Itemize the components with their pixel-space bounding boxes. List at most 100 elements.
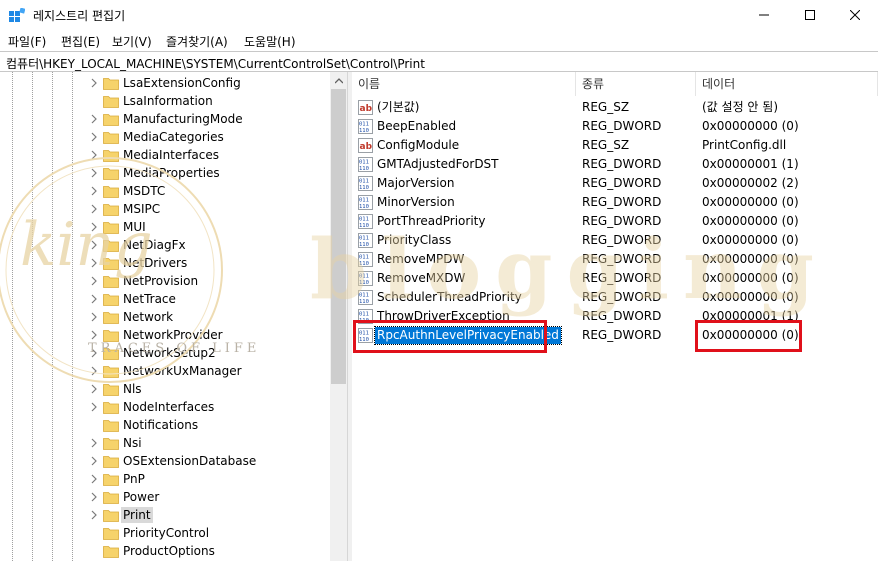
tree-item-label: NetworkProvider xyxy=(123,328,223,342)
chevron-right-icon[interactable] xyxy=(89,491,99,503)
folder-icon xyxy=(103,510,119,522)
value-type: REG_SZ xyxy=(582,138,630,152)
tree-item[interactable]: NetworkUxManager xyxy=(0,362,330,380)
column-header-name[interactable]: 이름 xyxy=(352,72,576,96)
column-header-data[interactable]: 데이터 xyxy=(696,72,878,96)
value-row[interactable]: ab (기본값) REG_SZ (값 설정 안 됨) xyxy=(352,98,878,117)
chevron-right-icon[interactable] xyxy=(89,437,99,449)
address-bar[interactable]: 컴퓨터\HKEY_LOCAL_MACHINE\SYSTEM\CurrentCon… xyxy=(0,51,878,72)
value-row[interactable]: 011 110 MajorVersion REG_DWORD 0x00000002 (2… xyxy=(352,174,878,193)
folder-icon xyxy=(103,78,119,90)
value-row[interactable]: ab ConfigModule REG_SZ PrintConfig.dll xyxy=(352,136,878,155)
menu-edit[interactable]: 편집(E) xyxy=(61,33,100,50)
chevron-right-icon[interactable] xyxy=(89,401,99,413)
chevron-right-icon[interactable] xyxy=(89,185,99,197)
menu-help[interactable]: 도움말(H) xyxy=(244,33,296,50)
tree-item[interactable]: OSExtensionDatabase xyxy=(0,452,330,470)
key-tree-pane[interactable]: LsaExtensionConfig LsaInformation Manufact… xyxy=(0,72,347,561)
chevron-right-icon[interactable] xyxy=(89,131,99,143)
svg-text:110: 110 xyxy=(359,280,369,286)
tree-item[interactable]: NetworkSetup2 xyxy=(0,344,330,362)
folder-icon xyxy=(103,438,119,450)
tree-item[interactable]: NodeInterfaces xyxy=(0,398,330,416)
tree-item[interactable]: PriorityControl xyxy=(0,524,330,542)
value-row[interactable]: 011 110 PriorityClass REG_DWORD 0x00000000 (… xyxy=(352,231,878,250)
chevron-right-icon[interactable] xyxy=(89,149,99,161)
value-row[interactable]: 011 110 RemoveMXDW REG_DWORD 0x00000000 (0) xyxy=(352,269,878,288)
chevron-right-icon[interactable] xyxy=(89,167,99,179)
chevron-right-icon[interactable] xyxy=(89,203,99,215)
tree-item[interactable]: NetTrace xyxy=(0,290,330,308)
chevron-right-icon[interactable] xyxy=(89,221,99,233)
value-type: REG_SZ xyxy=(582,100,630,114)
tree-scrollbar[interactable] xyxy=(330,72,347,561)
tree-item[interactable]: LsaExtensionConfig xyxy=(0,74,330,92)
minimize-button[interactable] xyxy=(741,0,787,30)
value-type: REG_DWORD xyxy=(582,271,662,285)
svg-text:011: 011 xyxy=(359,274,369,280)
tree-item[interactable]: MSIPC xyxy=(0,200,330,218)
column-header-type[interactable]: 종류 xyxy=(576,72,696,96)
menu-view[interactable]: 보기(V) xyxy=(112,33,152,50)
tree-item[interactable]: Nsi xyxy=(0,434,330,452)
chevron-right-icon[interactable] xyxy=(89,275,99,287)
menu-file[interactable]: 파일(F) xyxy=(8,33,46,50)
tree-item[interactable]: Print xyxy=(0,506,330,524)
svg-text:011: 011 xyxy=(359,255,369,261)
chevron-right-icon[interactable] xyxy=(89,293,99,305)
value-row[interactable]: 011 110 RemoveMPDW REG_DWORD 0x00000000 (0) xyxy=(352,250,878,269)
tree-item[interactable]: MediaCategories xyxy=(0,128,330,146)
chevron-right-icon[interactable] xyxy=(89,257,99,269)
tree-item[interactable]: ManufacturingMode xyxy=(0,110,330,128)
tree-item[interactable]: PnP xyxy=(0,470,330,488)
chevron-right-icon[interactable] xyxy=(89,509,99,521)
tree-item[interactable]: NetworkProvider xyxy=(0,326,330,344)
value-row[interactable]: 011 110 GMTAdjustedForDST REG_DWORD 0x000000… xyxy=(352,155,878,174)
svg-text:110: 110 xyxy=(359,223,369,229)
highlight-box-data xyxy=(695,320,802,352)
tree-item[interactable]: NetDiagFx xyxy=(0,236,330,254)
tree-item[interactable]: MUI xyxy=(0,218,330,236)
value-row[interactable]: 011 110 PortThreadPriority REG_DWORD 0x00000… xyxy=(352,212,878,231)
chevron-right-icon[interactable] xyxy=(89,473,99,485)
chevron-right-icon[interactable] xyxy=(89,311,99,323)
tree-item[interactable]: Notifications xyxy=(0,416,330,434)
value-list-pane[interactable]: 이름 종류 데이터 ab (기본값) REG_SZ (값 설정 안 됨) 011 110 B… xyxy=(352,72,878,561)
folder-icon xyxy=(103,276,119,288)
maximize-button[interactable] xyxy=(787,0,833,30)
tree-item[interactable]: NetProvision xyxy=(0,272,330,290)
chevron-right-icon[interactable] xyxy=(89,347,99,359)
chevron-right-icon[interactable] xyxy=(89,77,99,89)
tree-item[interactable]: Power xyxy=(0,488,330,506)
chevron-right-icon[interactable] xyxy=(89,113,99,125)
tree-item[interactable]: MediaProperties xyxy=(0,164,330,182)
tree-item[interactable]: MSDTC xyxy=(0,182,330,200)
value-row[interactable]: 011 110 SchedulerThreadPriority REG_DWORD 0x… xyxy=(352,288,878,307)
tree-item-label: NetDiagFx xyxy=(123,238,186,252)
chevron-right-icon[interactable] xyxy=(89,455,99,467)
tree-item[interactable]: Network xyxy=(0,308,330,326)
close-button[interactable] xyxy=(832,0,878,30)
folder-icon xyxy=(103,366,119,378)
tree-item-label: PriorityControl xyxy=(123,526,210,540)
value-row[interactable]: 011 110 MinorVersion REG_DWORD 0x00000000 (0… xyxy=(352,193,878,212)
tree-item[interactable]: LsaInformation xyxy=(0,92,330,110)
value-row[interactable]: 011 110 BeepEnabled REG_DWORD 0x00000000 (0) xyxy=(352,117,878,136)
scroll-thumb[interactable] xyxy=(331,89,346,384)
tree-item[interactable]: MediaInterfaces xyxy=(0,146,330,164)
tree-item[interactable]: ProductOptions xyxy=(0,542,330,560)
value-data: 0x00000000 (0) xyxy=(702,195,799,209)
value-data: 0x00000000 (0) xyxy=(702,233,799,247)
chevron-right-icon[interactable] xyxy=(89,365,99,377)
svg-text:011: 011 xyxy=(359,122,369,128)
tree-item[interactable]: NetDrivers xyxy=(0,254,330,272)
chevron-right-icon[interactable] xyxy=(89,239,99,251)
chevron-right-icon[interactable] xyxy=(89,329,99,341)
menu-favorites[interactable]: 즐겨찾기(A) xyxy=(166,33,228,50)
chevron-right-icon[interactable] xyxy=(89,383,99,395)
folder-icon xyxy=(103,240,119,252)
scroll-up-button[interactable] xyxy=(330,72,347,89)
folder-icon xyxy=(103,528,119,540)
tree-item[interactable]: Nls xyxy=(0,380,330,398)
tree-item-label: Nsi xyxy=(123,436,142,450)
